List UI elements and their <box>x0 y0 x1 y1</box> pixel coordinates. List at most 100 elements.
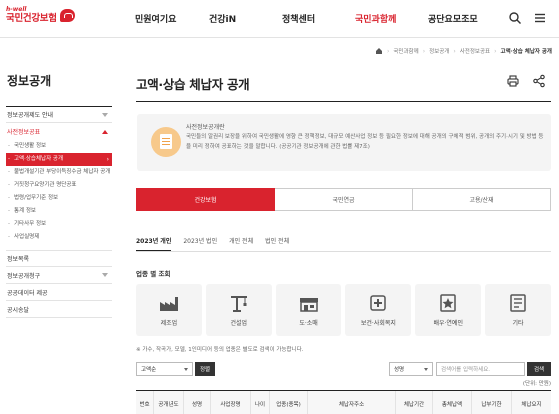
info-heading: 사전정보공개란 <box>186 124 225 131</box>
subtab-divider <box>136 251 551 252</box>
subtab-all-corporate[interactable]: 법인 전체 <box>265 236 289 251</box>
gnb-item-together[interactable]: 국민과함께 <box>355 12 396 25</box>
column-header: 납부기한 <box>472 391 512 414</box>
breadcrumb-item[interactable]: 국민과함께 <box>393 47 418 55</box>
sidebar-subitem-illegal-institutions[interactable]: 불법개설기관 부당이득징수금 체납자 공개 <box>6 166 112 179</box>
print-icon[interactable] <box>506 74 520 88</box>
sort-select-value: 고액순 <box>141 367 157 373</box>
chevron-down-icon <box>102 273 108 277</box>
column-header: 사업장명 <box>211 391 251 414</box>
subtab-2023-corporate[interactable]: 2023년 법인 <box>183 236 217 251</box>
sidebar-item-label: 사전정보공표 <box>7 129 41 136</box>
category-label: 제조업 <box>160 320 178 327</box>
site-logo[interactable]: h-well 국민건강보험 <box>6 7 75 25</box>
column-header: 업종(종목) <box>270 391 308 414</box>
section-title: 업종 별 조회 <box>136 270 171 278</box>
breadcrumb-separator: › <box>422 47 426 55</box>
search-input[interactable]: 검색어를 입력하세요. <box>436 362 525 376</box>
health-cross-icon <box>370 295 387 311</box>
document-icon <box>151 127 181 157</box>
crane-icon <box>230 296 247 312</box>
sidebar-nav: 정보공개제도 안내 사전정보공표 국민생활 정보 고액·상습체납자 공개 › 불… <box>6 106 112 318</box>
category-construction[interactable]: 건설업 <box>205 284 272 336</box>
gnb-item-minwon[interactable]: 민원여기요 <box>135 12 176 25</box>
insurance-tabs: 건강보험 국민연금 고용/산재 <box>136 188 551 211</box>
sidebar-item-disclosure-guide[interactable]: 정보공개제도 안내 <box>6 106 112 123</box>
sidebar-item-request[interactable]: 정보공개청구 <box>6 267 112 284</box>
breadcrumb-separator: › <box>453 47 456 55</box>
breadcrumb-separator: › <box>386 47 390 55</box>
logo-main: 국민건강보험 <box>6 13 57 24</box>
subtab-all-individual[interactable]: 개인 전체 <box>229 236 253 251</box>
tab-national-pension[interactable]: 국민연금 <box>275 188 413 211</box>
column-header: 체납요지 <box>521 402 542 408</box>
category-entertainer[interactable]: 배우·연예인 <box>415 284 482 336</box>
unit-label: (단위: 만원) <box>522 381 551 387</box>
column-header: 나이 <box>251 391 270 414</box>
breadcrumb-item[interactable]: 사전정보공표 <box>460 47 490 55</box>
gnb-item-about[interactable]: 공단요모조모 <box>428 12 478 25</box>
sidebar-subitem-life-info[interactable]: 국민생활 정보 <box>6 140 112 153</box>
sidebar-subitem-other-affairs[interactable]: 기타사무 정보 <box>6 218 112 231</box>
star-icon <box>440 294 456 312</box>
page-title: 고액·상습 체납자 공개 <box>136 77 250 92</box>
sidebar-item-label: 고액·상습체납자 공개 <box>14 156 64 162</box>
search-field-value: 성명 <box>394 367 405 373</box>
category-etc[interactable]: 기타 <box>485 284 551 336</box>
sidebar-subitem-real-name[interactable]: 사업실명제 <box>6 231 112 244</box>
year-tabs: 2023년 개인 2023년 법인 개인 전체 법인 전체 <box>136 236 289 251</box>
misc-icon <box>510 294 526 312</box>
info-box: 사전정보공개란 국민들의 알권리 보장을 위하여 국민생활에 영향 큰 정책정보… <box>137 114 551 171</box>
search-icon[interactable] <box>508 11 522 25</box>
sidebar-item-label: 정보공개제도 안내 <box>7 112 54 119</box>
search-button[interactable]: 검색 <box>527 362 551 376</box>
chevron-down-icon <box>424 367 428 371</box>
sidebar-subitem-delinquent[interactable]: 고액·상습체납자 공개 › <box>6 153 112 166</box>
column-header: 체납자주소 <box>308 391 396 414</box>
sidebar-subitem-stats[interactable]: 통계 정보 <box>6 205 112 218</box>
tab-employment[interactable]: 고용/산재 <box>413 188 551 211</box>
sidebar-item-pre-disclosure[interactable]: 사전정보공표 <box>6 123 112 140</box>
sidebar-item-public-data[interactable]: 공공데이터 제공 <box>6 284 112 301</box>
category-label: 건설업 <box>230 320 248 327</box>
sidebar-item-label: 정보공개청구 <box>7 272 41 280</box>
breadcrumb-separator: › <box>494 47 497 55</box>
column-header: 성명 <box>184 391 211 414</box>
category-health-welfare[interactable]: 보건·사회복지 <box>345 284 412 336</box>
category-label: 보건·사회복지 <box>360 320 396 327</box>
table-header: 번호 공개년도 성명 사업장명 나이 업종(종목) 체납자주소 체납기간 총체납… <box>136 390 551 414</box>
subtab-2023-individual[interactable]: 2023년 개인 <box>136 236 172 251</box>
category-label: 기타 <box>512 320 524 327</box>
sidebar-subitem-laws[interactable]: 법령/업무기준 정보 <box>6 192 112 205</box>
store-icon <box>299 298 318 312</box>
search-field-select[interactable]: 성명 <box>389 362 433 376</box>
category-manufacturing[interactable]: 제조업 <box>136 284 202 336</box>
home-icon[interactable] <box>375 47 383 55</box>
share-icon[interactable] <box>532 74 546 88</box>
chevron-down-icon <box>184 367 188 371</box>
search-note: ※ 가수, 작곡가, 모델, 1인미디어 등의 업종은 별도로 검색이 가능합니… <box>136 347 304 353</box>
menu-icon[interactable] <box>533 11 547 25</box>
sidebar-item-service-notice[interactable]: 공시송달 <box>6 301 112 318</box>
sort-select[interactable]: 고액순 <box>136 362 193 376</box>
category-label: 도·소매 <box>299 320 318 327</box>
site-header: h-well 국민건강보험 민원여기요 건강iN 정책센터 국민과함께 공단요모… <box>0 0 559 38</box>
info-text: 국민들의 알권리 보장을 위하여 국민생활에 영향 큰 정책정보, 대규모 예산… <box>186 134 544 150</box>
logo-mark-icon <box>60 9 75 22</box>
category-retail[interactable]: 도·소매 <box>275 284 342 336</box>
breadcrumb-item[interactable]: 정보공개 <box>429 47 449 55</box>
column-header: 총체납액 <box>433 391 472 414</box>
column-header: 체납기간 <box>396 391 433 414</box>
chevron-down-icon <box>102 112 108 117</box>
tab-health-insurance[interactable]: 건강보험 <box>136 188 275 211</box>
sidebar-item-info-list[interactable]: 정보목록 <box>6 250 112 267</box>
industry-categories: 제조업 건설업 도·소매 보건·사회복지 배우·연예인 기타 <box>136 284 551 336</box>
gnb-item-policy[interactable]: 정책센터 <box>282 12 315 25</box>
gnb-item-health-in[interactable]: 건강iN <box>209 12 236 25</box>
sidebar-subitem-false-claims[interactable]: 거짓청구요양기관 명단공표 <box>6 179 112 192</box>
sort-button[interactable]: 정렬 <box>195 362 215 376</box>
breadcrumb-current: 고액·상습 체납자 공개 <box>500 49 552 55</box>
column-header: 번호 <box>136 391 154 414</box>
title-divider <box>136 101 551 102</box>
sidebar-title: 정보공개 <box>7 74 52 88</box>
